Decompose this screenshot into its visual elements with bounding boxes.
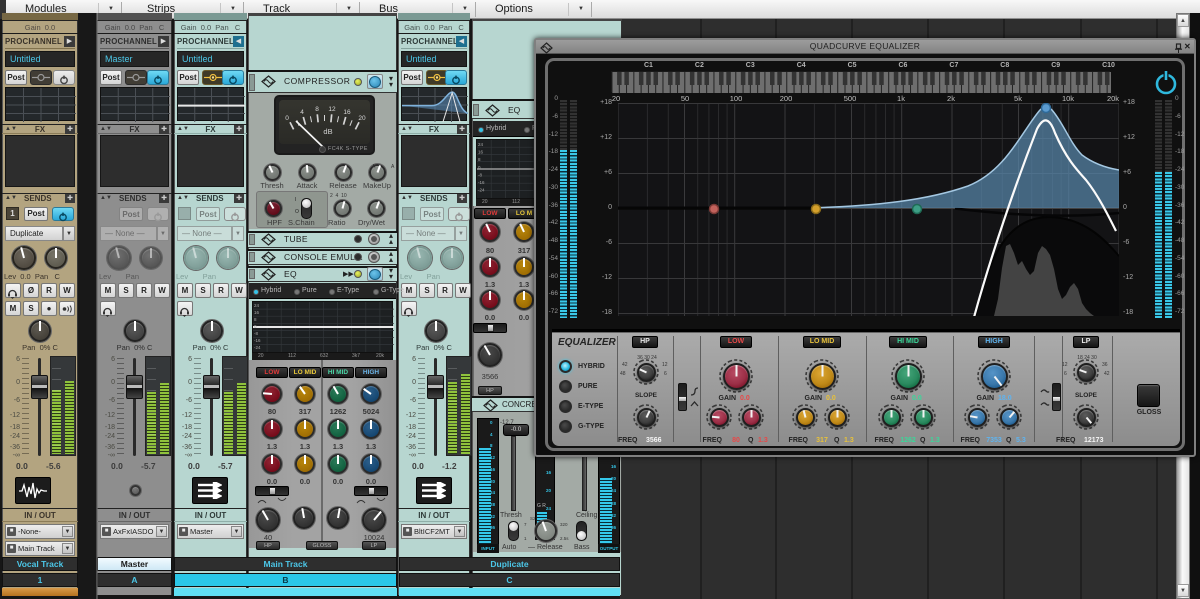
- svg-text:-16: -16: [478, 180, 485, 185]
- svg-text:12: 12: [328, 106, 336, 113]
- svg-text:-8: -8: [478, 172, 482, 177]
- svg-text:16: 16: [478, 150, 484, 155]
- svg-text:-8: -8: [254, 331, 258, 336]
- svg-text:0: 0: [285, 115, 289, 122]
- svg-text:20: 20: [358, 115, 366, 122]
- svg-text:24: 24: [478, 142, 484, 147]
- svg-text:16: 16: [254, 310, 260, 315]
- svg-text:-16: -16: [254, 338, 261, 343]
- svg-text:4: 4: [300, 109, 304, 116]
- svg-text:16: 16: [343, 109, 351, 116]
- svg-text:-24: -24: [254, 345, 261, 350]
- svg-text:-24: -24: [478, 188, 485, 193]
- svg-text:dB: dB: [323, 127, 332, 136]
- svg-text:8: 8: [254, 317, 257, 322]
- svg-text:8: 8: [315, 106, 319, 113]
- svg-text:24: 24: [254, 303, 260, 308]
